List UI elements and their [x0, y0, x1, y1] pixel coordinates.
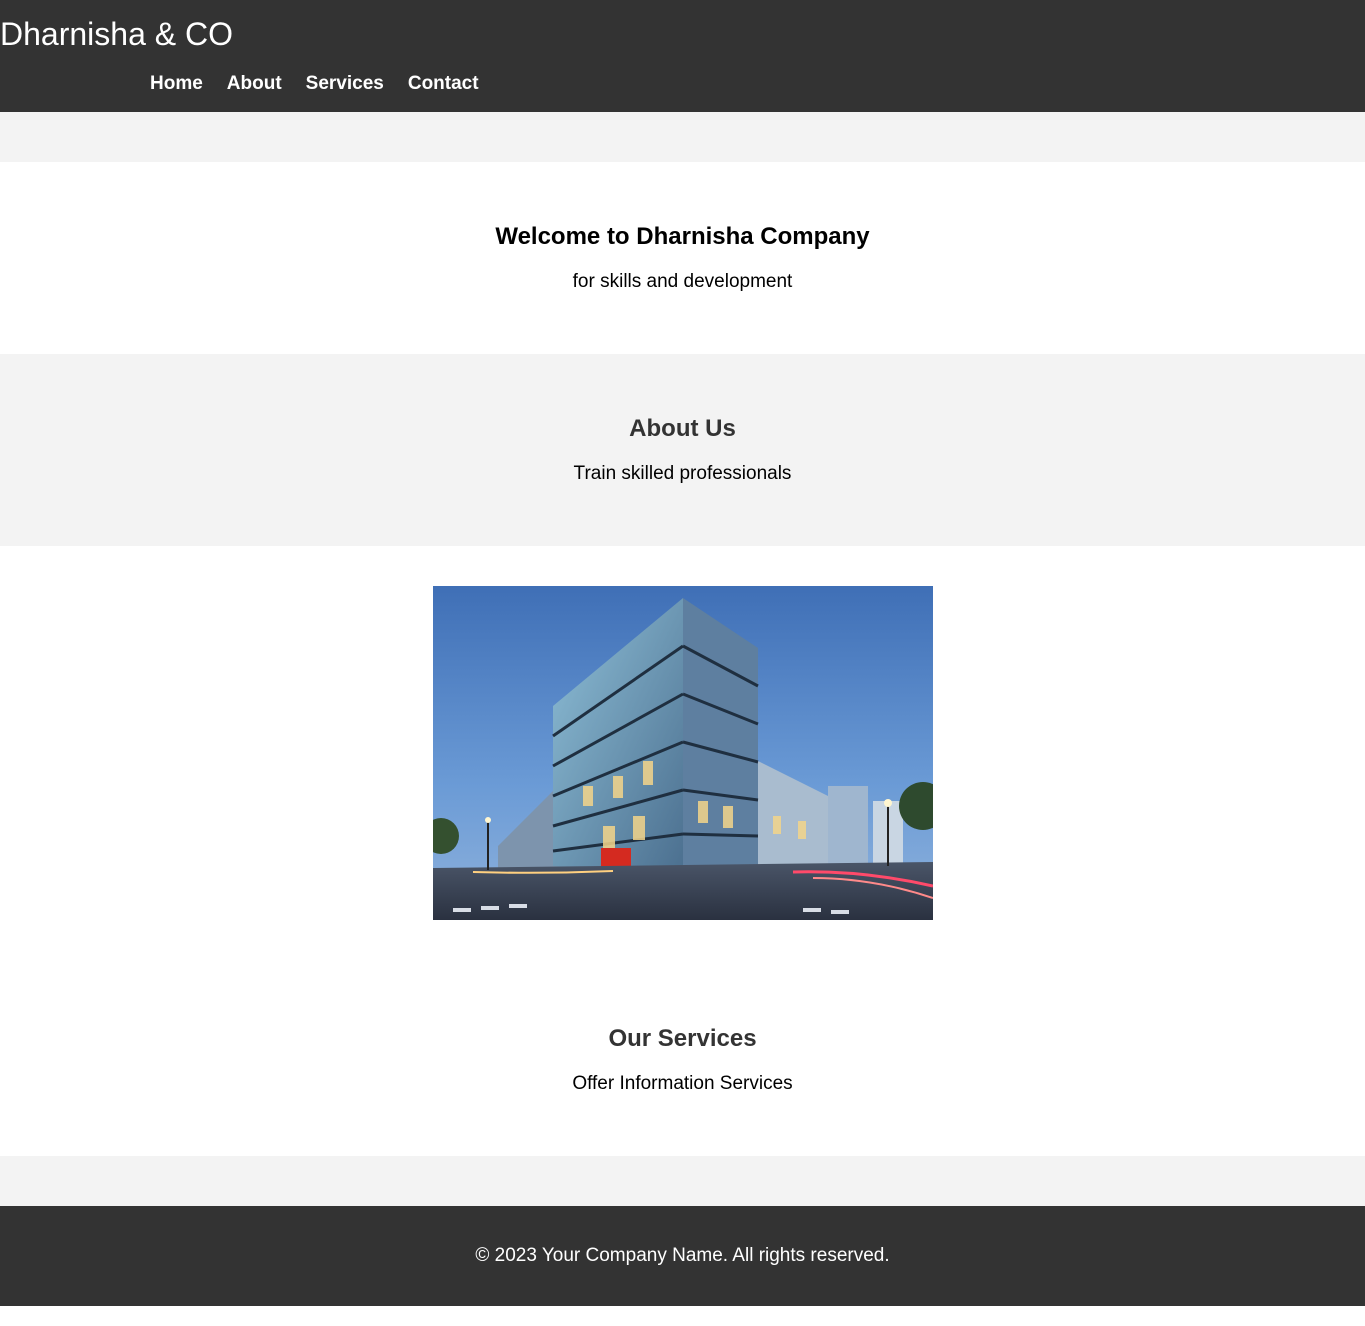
services-section: Our Services Offer Information Services — [0, 1024, 1365, 1096]
hero-title: Welcome to Dharnisha Company — [495, 223, 870, 250]
footer-copyright: © 2023 Your Company Name. All rights res… — [475, 1245, 890, 1266]
services-text: Offer Information Services — [572, 1073, 793, 1094]
services-title: Our Services — [608, 1025, 757, 1052]
spacer-band-top — [0, 112, 1365, 162]
site-logo[interactable]: Dharnisha & CO — [0, 14, 233, 54]
hero-section: Welcome to Dharnisha Company for skills … — [0, 222, 1365, 294]
site-footer: © 2023 Your Company Name. All rights res… — [0, 1206, 1365, 1306]
building-image — [433, 586, 933, 920]
hero-subtitle: for skills and development — [572, 271, 793, 292]
about-section: About Us Train skilled professionals — [0, 414, 1365, 486]
nav-link-services[interactable]: Services — [306, 72, 384, 96]
site-header: Dharnisha & CO Home About Services Conta… — [0, 0, 1365, 112]
about-title: About Us — [629, 415, 736, 442]
main-nav: Home About Services Contact — [150, 72, 479, 96]
nav-link-about[interactable]: About — [227, 72, 282, 96]
spacer-band-bottom — [0, 1156, 1365, 1206]
nav-link-home[interactable]: Home — [150, 72, 203, 96]
nav-link-contact[interactable]: Contact — [408, 72, 479, 96]
about-text: Train skilled professionals — [573, 463, 792, 484]
